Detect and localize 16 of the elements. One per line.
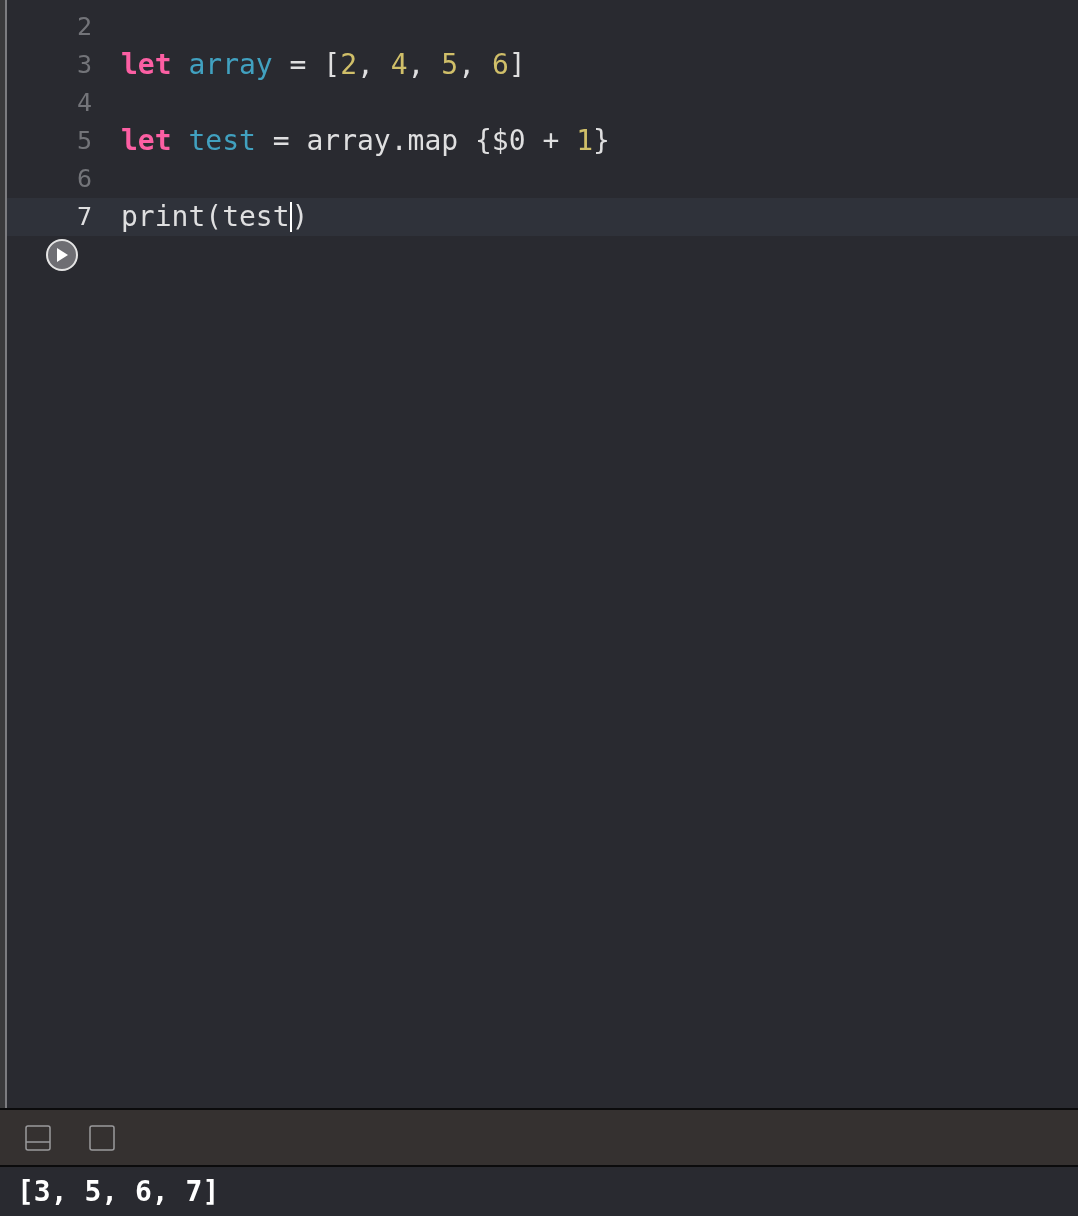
bottom-panel-toggle[interactable] (25, 1124, 51, 1151)
line-number: 3 (75, 49, 92, 82)
console-output: [3, 5, 6, 7] (17, 1173, 220, 1210)
line-number: 6 (75, 163, 92, 196)
line-number: 4 (75, 87, 92, 120)
run-button[interactable] (46, 239, 78, 271)
line-number: 2 (75, 11, 92, 44)
play-icon (56, 248, 68, 262)
square-icon (89, 1124, 115, 1151)
line-number: 5 (75, 125, 92, 158)
code-line: let array = [2, 4, 5, 6] (121, 47, 526, 83)
panel-toggle[interactable] (89, 1124, 115, 1151)
split-panel-icon (25, 1124, 51, 1151)
code-line: print(test) (121, 199, 309, 235)
code-line: let test = array.map {$0 + 1} (121, 123, 610, 159)
line-number: 7 (75, 201, 92, 234)
